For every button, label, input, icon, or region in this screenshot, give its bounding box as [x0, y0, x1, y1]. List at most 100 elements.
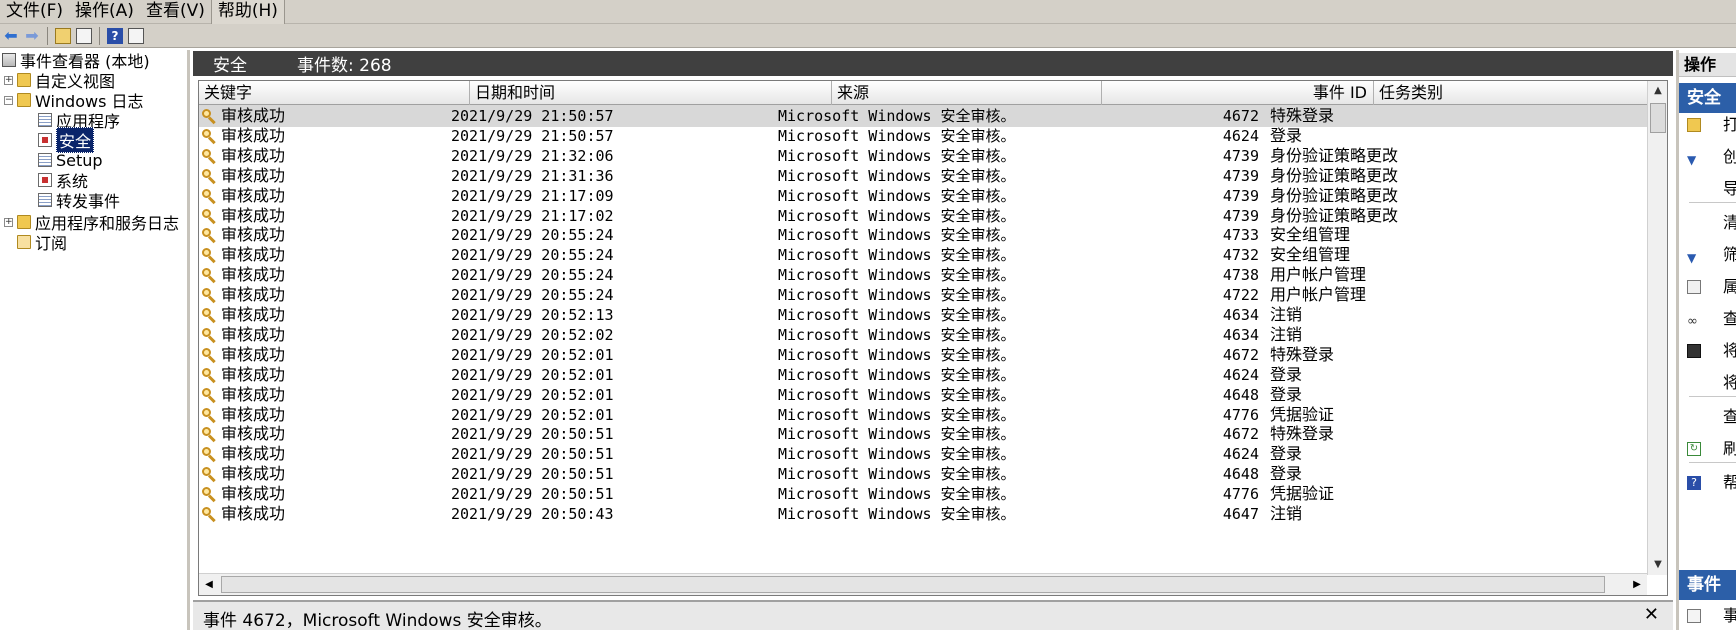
- cell-datetime: 2021/9/29 20:55:24: [451, 266, 614, 285]
- cell-keyword: 审核成功: [221, 424, 286, 444]
- cell-datetime: 2021/9/29 20:55:24: [451, 246, 614, 265]
- show-hide-tree-icon[interactable]: [75, 27, 93, 45]
- menu-view[interactable]: 查看(V): [140, 0, 211, 24]
- filter-icon: ▼: [1687, 251, 1697, 265]
- scroll-down-icon[interactable]: ▼: [1649, 556, 1667, 574]
- event-list: 关键字 日期和时间 来源 事件 ID 任务类别 审核成功 2021/9/29 21…: [198, 80, 1668, 596]
- table-row[interactable]: 审核成功 2021/9/29 20:52:13 Microsoft Windows …: [199, 304, 1647, 326]
- table-row[interactable]: 审核成功 2021/9/29 21:17:02 Microsoft Windows …: [199, 205, 1647, 227]
- cell-task: 安全组管理: [1270, 225, 1351, 245]
- audit-success-key-icon: [202, 148, 216, 165]
- action-item[interactable]: ▼创: [1679, 147, 1736, 167]
- properties-icon: [1687, 280, 1701, 294]
- action-label: 属: [1723, 277, 1736, 297]
- cell-task: 安全组管理: [1270, 245, 1351, 265]
- table-row[interactable]: 审核成功 2021/9/29 20:55:24 Microsoft Windows …: [199, 244, 1647, 266]
- table-row[interactable]: 审核成功 2021/9/29 20:50:51 Microsoft Windows …: [199, 463, 1647, 485]
- close-icon[interactable]: ✕: [1644, 604, 1659, 625]
- tree-item-security[interactable]: 安全: [38, 127, 95, 153]
- table-row[interactable]: 审核成功 2021/9/29 20:52:02 Microsoft Windows …: [199, 324, 1647, 346]
- column-source[interactable]: 来源: [832, 81, 1102, 105]
- expand-icon[interactable]: +: [4, 217, 13, 227]
- column-task[interactable]: 任务类别: [1374, 81, 1647, 105]
- table-row[interactable]: 审核成功 2021/9/29 21:32:06 Microsoft Windows …: [199, 145, 1647, 167]
- column-event-id[interactable]: 事件 ID: [1102, 81, 1374, 105]
- folder-icon: [17, 93, 31, 107]
- table-row[interactable]: 审核成功 2021/9/29 20:50:43 Microsoft Windows …: [199, 503, 1647, 525]
- back-arrow-icon[interactable]: ⬅: [2, 26, 20, 45]
- cell-datetime: 2021/9/29 20:52:01: [451, 365, 614, 384]
- event-detail-title: 事件 4672，Microsoft Windows 安全审核。: [203, 611, 552, 630]
- hscroll-thumb[interactable]: [221, 576, 1605, 593]
- cell-task: 登录: [1270, 125, 1303, 145]
- table-row[interactable]: 审核成功 2021/9/29 20:52:01 Microsoft Windows …: [199, 404, 1647, 426]
- cell-keyword: 审核成功: [221, 225, 286, 245]
- action-item[interactable]: ↻刷: [1679, 439, 1736, 459]
- table-row[interactable]: 审核成功 2021/9/29 21:50:57 Microsoft Windows …: [199, 125, 1647, 147]
- cell-source: Microsoft Windows 安全审核。: [778, 166, 1016, 185]
- table-row[interactable]: 审核成功 2021/9/29 21:31:36 Microsoft Windows …: [199, 165, 1647, 187]
- table-row[interactable]: 审核成功 2021/9/29 20:52:01 Microsoft Windows …: [199, 384, 1647, 406]
- column-keyword[interactable]: 关键字: [199, 81, 470, 105]
- up-folder-icon[interactable]: [54, 27, 72, 45]
- tree-root[interactable]: 事件查看器 (本地): [2, 50, 150, 71]
- tree-item-subscriptions[interactable]: 订阅: [17, 232, 67, 253]
- table-row[interactable]: 审核成功 2021/9/29 20:55:24 Microsoft Windows …: [199, 264, 1647, 286]
- cell-datetime: 2021/9/29 21:31:36: [451, 166, 614, 185]
- collapse-icon[interactable]: −: [4, 95, 13, 105]
- table-row[interactable]: 审核成功 2021/9/29 20:52:01 Microsoft Windows …: [199, 364, 1647, 386]
- action-item[interactable]: 属: [1679, 277, 1736, 297]
- cell-source: Microsoft Windows 安全审核。: [778, 286, 1016, 305]
- cell-task: 凭据验证: [1270, 404, 1335, 424]
- action-item[interactable]: 打: [1679, 115, 1736, 135]
- scroll-left-icon[interactable]: ◀: [200, 576, 218, 594]
- cell-task: 注销: [1270, 504, 1303, 523]
- action-item[interactable]: ∞查: [1679, 309, 1736, 329]
- table-row[interactable]: 审核成功 2021/9/29 20:50:51 Microsoft Windows …: [199, 423, 1647, 445]
- help-icon[interactable]: ?: [106, 27, 124, 45]
- tree-item-custom-views[interactable]: + 自定义视图: [4, 70, 115, 91]
- cell-event-id: 4624: [1222, 365, 1259, 384]
- table-row[interactable]: 审核成功 2021/9/29 21:50:57 Microsoft Windows …: [199, 105, 1647, 127]
- tree-item-windows-logs[interactable]: − Windows 日志: [4, 90, 144, 111]
- action-item[interactable]: 事: [1679, 606, 1736, 626]
- menu-action[interactable]: 操作(A): [69, 0, 140, 24]
- action-item[interactable]: ▼筛: [1679, 245, 1736, 265]
- action-item[interactable]: ?帮: [1679, 473, 1736, 493]
- table-row[interactable]: 审核成功 2021/9/29 20:50:51 Microsoft Windows …: [199, 443, 1647, 465]
- tree-item-app-services[interactable]: + 应用程序和服务日志: [4, 212, 179, 233]
- scroll-thumb[interactable]: [1650, 103, 1666, 133]
- show-hide-action-pane-icon[interactable]: [127, 27, 145, 45]
- cell-datetime: 2021/9/29 21:50:57: [451, 107, 614, 125]
- cell-event-id: 4648: [1222, 465, 1259, 484]
- table-row[interactable]: 审核成功 2021/9/29 20:55:24 Microsoft Windows …: [199, 224, 1647, 246]
- cell-task: 登录: [1270, 464, 1303, 484]
- scroll-up-icon[interactable]: ▲: [1649, 82, 1667, 100]
- action-item[interactable]: 查: [1679, 407, 1736, 427]
- action-item[interactable]: 清: [1679, 213, 1736, 233]
- action-item[interactable]: 导: [1679, 179, 1736, 199]
- security-log-icon: [38, 133, 52, 147]
- menu-file[interactable]: 文件(F): [0, 0, 69, 24]
- column-datetime[interactable]: 日期和时间: [470, 81, 832, 105]
- action-item[interactable]: 将: [1679, 373, 1736, 393]
- vertical-scrollbar[interactable]: ▲ ▼: [1647, 81, 1667, 575]
- table-row[interactable]: 审核成功 2021/9/29 20:52:01 Microsoft Windows …: [199, 344, 1647, 366]
- forward-arrow-icon[interactable]: ➡: [23, 26, 41, 45]
- actions-section-event[interactable]: 事件: [1679, 570, 1736, 600]
- tree-item-setup[interactable]: Setup: [38, 150, 103, 170]
- expand-icon[interactable]: +: [4, 75, 13, 85]
- audit-success-key-icon: [202, 248, 216, 264]
- actions-section-security[interactable]: 安全: [1679, 83, 1736, 113]
- tree-item-system[interactable]: 系统: [38, 170, 88, 191]
- table-row[interactable]: 审核成功 2021/9/29 21:17:09 Microsoft Windows …: [199, 185, 1647, 207]
- table-row[interactable]: 审核成功 2021/9/29 20:50:51 Microsoft Windows …: [199, 483, 1647, 505]
- menu-help[interactable]: 帮助(H): [210, 0, 285, 24]
- action-label: 打: [1723, 115, 1736, 135]
- horizontal-scrollbar[interactable]: ◀ ▶: [199, 573, 1647, 595]
- scroll-right-icon[interactable]: ▶: [1628, 576, 1646, 594]
- table-row[interactable]: 审核成功 2021/9/29 20:55:24 Microsoft Windows …: [199, 284, 1647, 306]
- tree-item-forwarded[interactable]: 转发事件: [38, 190, 120, 211]
- cell-event-id: 4776: [1222, 405, 1259, 424]
- action-item[interactable]: 将: [1679, 341, 1736, 361]
